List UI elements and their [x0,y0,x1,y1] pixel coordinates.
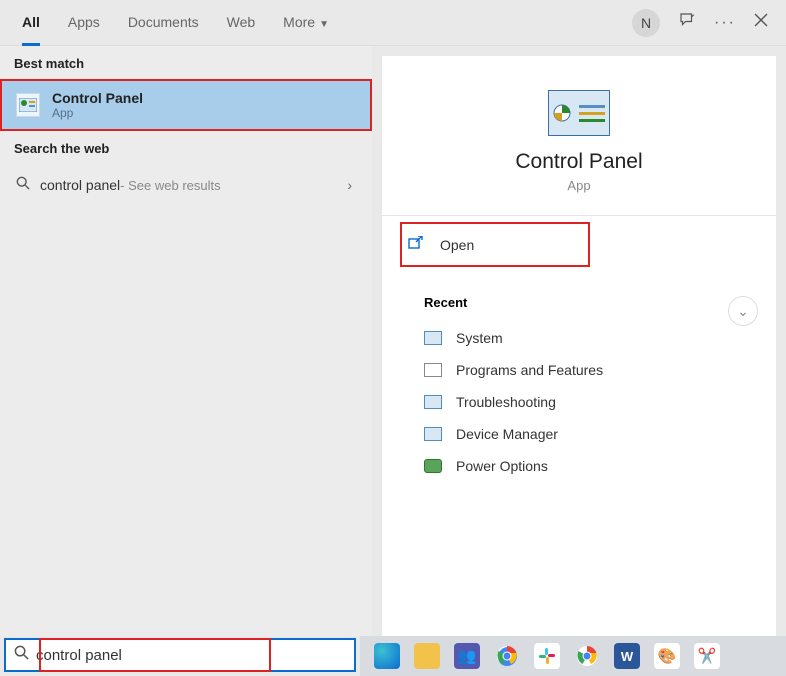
taskbar: 👥 W 🎨 ✂️ [360,636,786,676]
preview-title: Control Panel [400,150,758,174]
tab-documents[interactable]: Documents [114,0,213,45]
taskbar-explorer-icon[interactable] [414,643,440,669]
best-match-heading: Best match [0,46,372,79]
web-result-row[interactable]: control panel - See web results › [0,164,372,206]
search-icon [6,645,36,665]
taskbar-chrome2-icon[interactable] [574,643,600,669]
search-web-heading: Search the web [0,131,372,164]
result-text: Control Panel App [52,90,143,120]
device-manager-icon [424,427,442,441]
search-input[interactable] [36,647,354,664]
recent-device-manager[interactable]: Device Manager [400,418,758,450]
taskbar-chrome-icon[interactable] [494,643,520,669]
tab-all[interactable]: All [8,0,54,45]
system-icon [424,331,442,345]
taskbar-slack-icon[interactable] [534,643,560,669]
recent-heading: Recent [400,267,758,322]
result-control-panel[interactable]: Control Panel App [0,79,372,131]
result-title: Control Panel [52,90,143,106]
recent-programs[interactable]: Programs and Features [400,354,758,386]
taskbar-teams-icon[interactable]: 👥 [454,643,480,669]
open-label: Open [440,237,474,253]
search-icon [14,176,32,195]
filter-tabs: All Apps Documents Web More▼ [8,0,343,45]
web-hint: - See web results [120,178,220,193]
recent-system[interactable]: System [400,322,758,354]
taskbar-paint-icon[interactable]: 🎨 [654,643,680,669]
power-icon [424,459,442,473]
more-options-icon[interactable]: ··· [714,14,736,32]
taskbar-snip-icon[interactable]: ✂️ [694,643,720,669]
search-topbar: All Apps Documents Web More▼ N ··· [0,0,786,46]
preview-wrap: Control Panel App Open ⌄ Recent System P… [372,46,786,636]
programs-icon [424,363,442,377]
tab-web[interactable]: Web [213,0,270,45]
recent-power-options[interactable]: Power Options [400,450,758,482]
chevron-right-icon: › [347,177,358,193]
open-icon [408,236,428,253]
preview-app-icon [548,90,610,136]
separator [382,215,776,216]
user-avatar[interactable]: N [632,9,660,37]
preview-subtitle: App [400,178,758,193]
topbar-right: N ··· [632,9,778,37]
tab-more[interactable]: More▼ [269,0,343,45]
recent-troubleshooting[interactable]: Troubleshooting [400,386,758,418]
result-subtitle: App [52,106,143,120]
search-box[interactable] [4,638,356,672]
taskbar-edge-icon[interactable] [374,643,400,669]
open-action[interactable]: Open [400,222,590,267]
web-query-text: control panel [40,177,120,193]
control-panel-icon [16,93,40,117]
chevron-down-icon: ▼ [319,19,329,30]
expand-chevron-icon[interactable]: ⌄ [728,296,758,326]
results-pane: Best match Control Panel App Search the … [0,46,372,636]
main-area: Best match Control Panel App Search the … [0,46,786,636]
troubleshoot-icon [424,395,442,409]
tab-apps[interactable]: Apps [54,0,114,45]
close-icon[interactable] [754,13,768,32]
feedback-icon[interactable] [678,11,696,34]
preview-pane: Control Panel App Open ⌄ Recent System P… [382,56,776,636]
taskbar-word-icon[interactable]: W [614,643,640,669]
